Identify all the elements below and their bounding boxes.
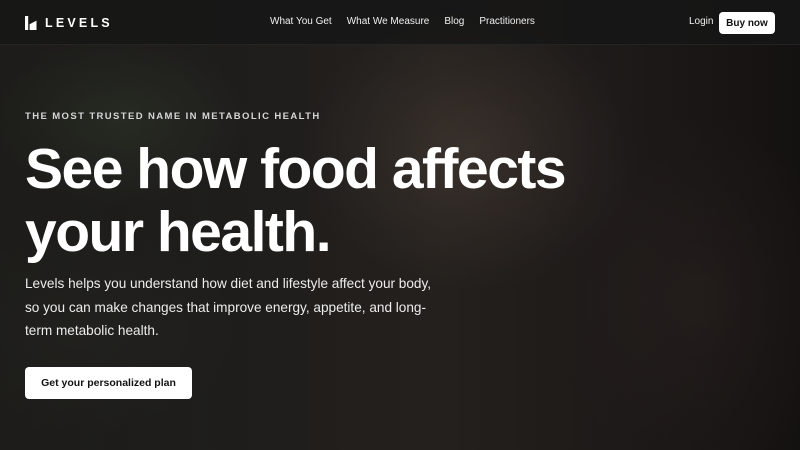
brand-logo[interactable]: LEVELS [25,15,113,31]
login-link[interactable]: Login [689,16,713,27]
hero-description: Levels helps you understand how diet and… [25,276,432,338]
brand-name: LEVELS [45,16,113,30]
nav-link-what-we-measure[interactable]: What We Measure [347,16,430,27]
top-navigation: LEVELS What You Get What We Measure Blog… [0,0,800,45]
nav-link-blog[interactable]: Blog [444,16,464,27]
hero-headline: See how food affects your health. [25,138,645,264]
buy-now-button[interactable]: Buy now [719,12,775,34]
get-personalized-plan-button[interactable]: Get your personalized plan [25,367,192,399]
nav-link-practitioners[interactable]: Practitioners [479,16,535,27]
nav-link-what-you-get[interactable]: What You Get [270,16,332,27]
hero-headline-line-2: your health. [25,200,332,264]
primary-nav: What You Get What We Measure Blog Practi… [270,16,535,27]
hero-eyebrow: THE MOST TRUSTED NAME IN METABOLIC HEALT… [25,111,321,122]
levels-mark-icon [25,16,37,30]
hero-headline-line-1: See how food affects [25,137,567,201]
